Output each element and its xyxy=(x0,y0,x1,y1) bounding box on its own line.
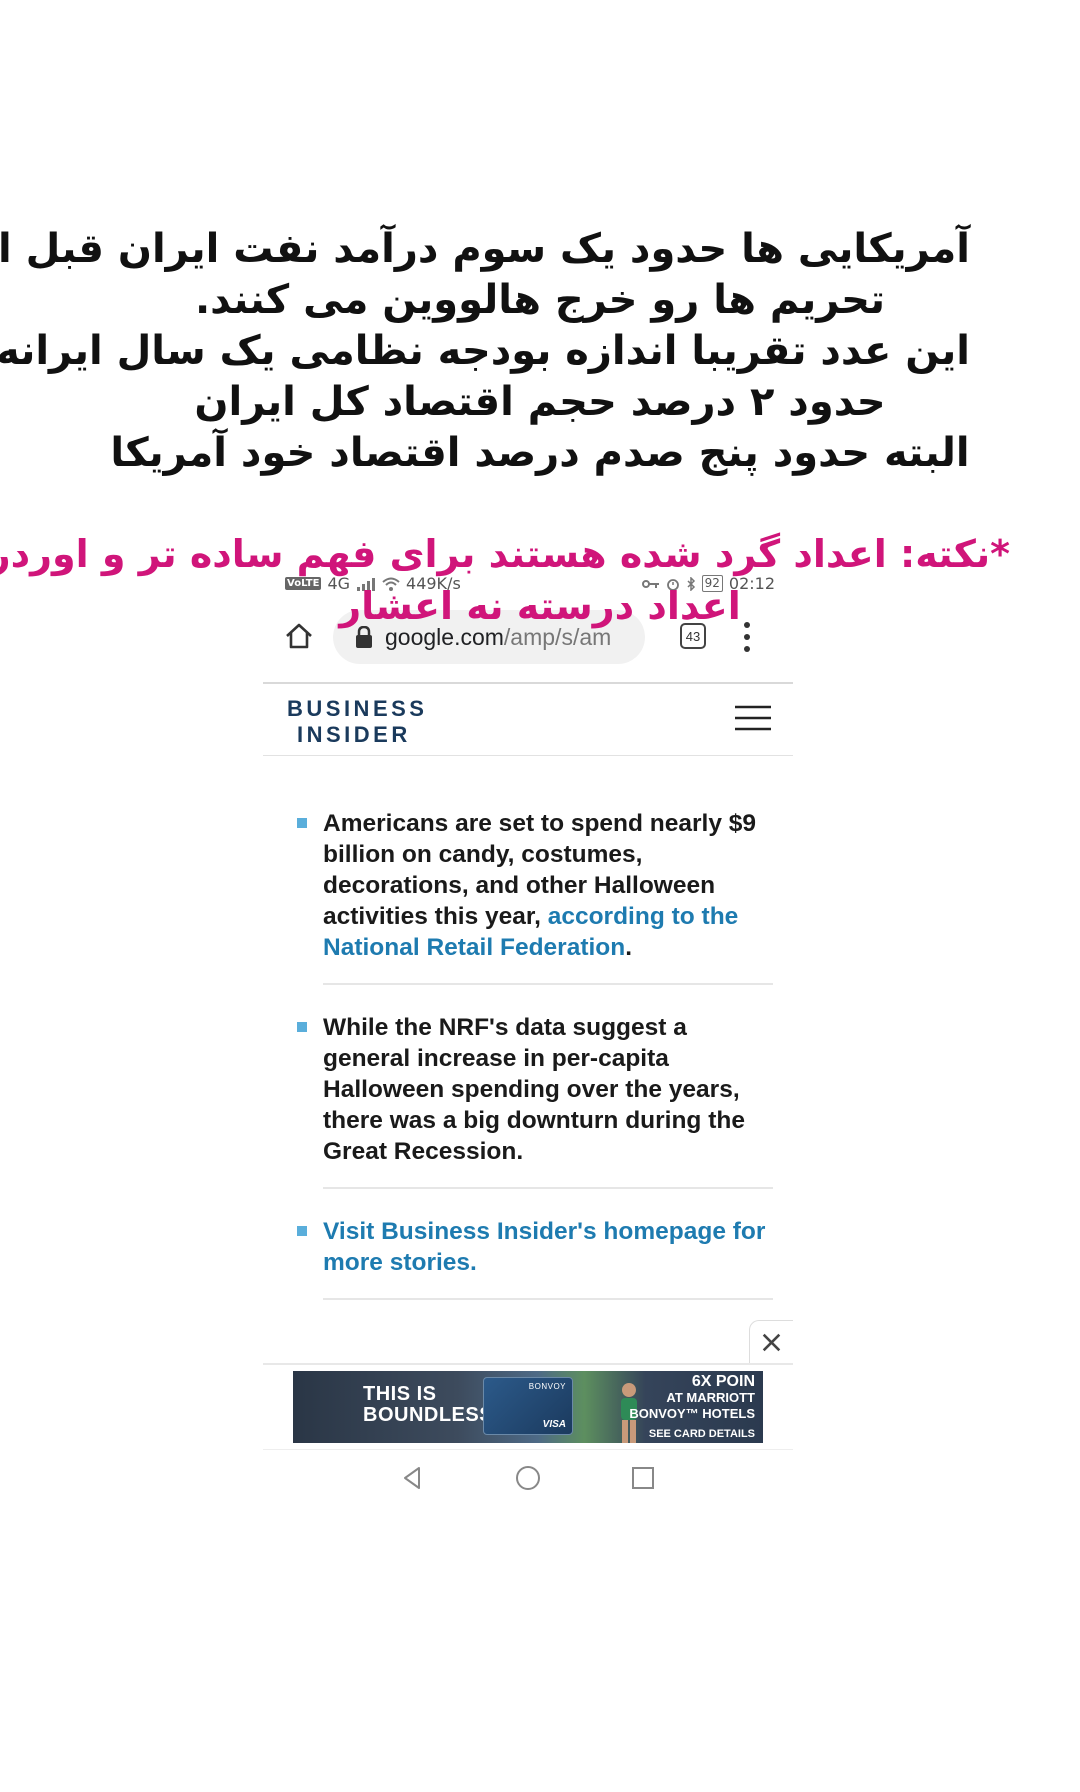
battery-level: 92 xyxy=(701,575,723,592)
bullet-period: . xyxy=(625,934,633,961)
article-summary: Americans are set to spend nearly $9 bil… xyxy=(263,808,793,1327)
ad-container: THIS IS BOUNDLESS BONVOY VISA 6X POIN AT… xyxy=(263,1363,793,1447)
overlay-caption: آمریکایی ها حدود یک سوم درآمد نفت ایران … xyxy=(0,224,970,479)
url-path: /amp/s/am xyxy=(503,623,612,650)
browser-toolbar: google.com/amp/s/am 43 xyxy=(263,606,793,668)
hamburger-menu-icon[interactable] xyxy=(735,704,771,732)
alarm-icon xyxy=(666,578,679,591)
lock-icon xyxy=(356,626,372,648)
business-insider-logo[interactable]: BUSINESS INSIDER xyxy=(287,696,427,748)
homepage-link[interactable]: Visit Business Insider's homepage for mo… xyxy=(323,1218,765,1276)
logo-line: INSIDER xyxy=(297,722,411,747)
ad-headline-line: BOUNDLESS xyxy=(363,1404,494,1426)
bullet-marker xyxy=(297,1022,307,1032)
signal-icon xyxy=(357,577,376,591)
url-host: google.com xyxy=(385,623,504,650)
bullet-marker xyxy=(297,818,307,828)
ad-headline: THIS IS BOUNDLESS xyxy=(363,1384,493,1426)
summary-bullet: While the NRF's data suggest a general i… xyxy=(297,1012,773,1189)
summary-bullet: Visit Business Insider's homepage for mo… xyxy=(297,1216,773,1300)
caption-line: البته حدود پنج صدم درصد اقتصاد خود آمریک… xyxy=(110,430,970,476)
volte-icon: VoLTE xyxy=(285,577,322,590)
home-icon[interactable] xyxy=(283,620,315,652)
ad-cta-button[interactable]: SEE CARD DETAILS xyxy=(649,1426,755,1442)
site-header: BUSINESS INSIDER xyxy=(263,682,793,756)
bullet-marker xyxy=(297,1226,307,1236)
status-time: 02:12 xyxy=(728,574,775,593)
network-speed: 449K/s xyxy=(406,574,461,593)
caption-line: تحریم ها رو خرج هالووین می کنند. xyxy=(194,277,886,323)
status-bar: VoLTE 4G 449K/s 92 02:12 xyxy=(263,568,793,600)
status-right: 92 02:12 xyxy=(641,574,775,593)
logo-line: BUSINESS xyxy=(287,696,428,721)
ad-headline-line: THIS IS xyxy=(363,1383,437,1405)
network-type: 4G xyxy=(327,574,351,593)
status-left: VoLTE 4G 449K/s xyxy=(285,574,461,593)
card-brand: BONVOY xyxy=(528,1382,566,1391)
recents-icon[interactable] xyxy=(629,1464,657,1492)
android-nav-bar xyxy=(263,1449,793,1505)
key-icon xyxy=(641,579,659,588)
bullet-text: While the NRF's data suggest a general i… xyxy=(323,1014,745,1165)
credit-card-image: BONVOY VISA xyxy=(483,1377,573,1435)
ad-offer-line: BONVOY™ HOTELS xyxy=(629,1406,755,1421)
wifi-icon xyxy=(382,577,400,591)
back-icon[interactable] xyxy=(399,1464,427,1492)
home-nav-icon[interactable] xyxy=(514,1464,542,1492)
screenshot-page: آمریکایی ها حدود یک سوم درآمد نفت ایران … xyxy=(0,0,1080,1792)
card-network: VISA xyxy=(542,1419,566,1430)
caption-line: حدود ۲ درصد حجم اقتصاد کل ایران xyxy=(194,379,886,425)
url-bar[interactable]: google.com/amp/s/am xyxy=(333,610,645,664)
summary-bullet: Americans are set to spend nearly $9 bil… xyxy=(297,808,773,985)
ad-banner[interactable]: THIS IS BOUNDLESS BONVOY VISA 6X POIN AT… xyxy=(293,1371,763,1443)
tab-switcher-button[interactable]: 43 xyxy=(680,623,706,649)
ad-offer: 6X POIN AT MARRIOTT BONVOY™ HOTELS SEE C… xyxy=(629,1374,755,1442)
caption-line: آمریکایی ها حدود یک سوم درآمد نفت ایران … xyxy=(0,226,970,272)
phone-screenshot: VoLTE 4G 449K/s 92 02:12 google.com /amp… xyxy=(263,568,793,1505)
ad-offer-title: 6X POIN xyxy=(691,1373,755,1390)
more-vert-icon[interactable] xyxy=(742,620,752,654)
bluetooth-icon xyxy=(687,576,695,591)
caption-line: این عدد تقریبا اندازه بودجه نظامی یک سال… xyxy=(0,328,970,374)
close-ad-icon[interactable] xyxy=(749,1320,793,1364)
ad-offer-line: AT MARRIOTT xyxy=(666,1390,755,1405)
